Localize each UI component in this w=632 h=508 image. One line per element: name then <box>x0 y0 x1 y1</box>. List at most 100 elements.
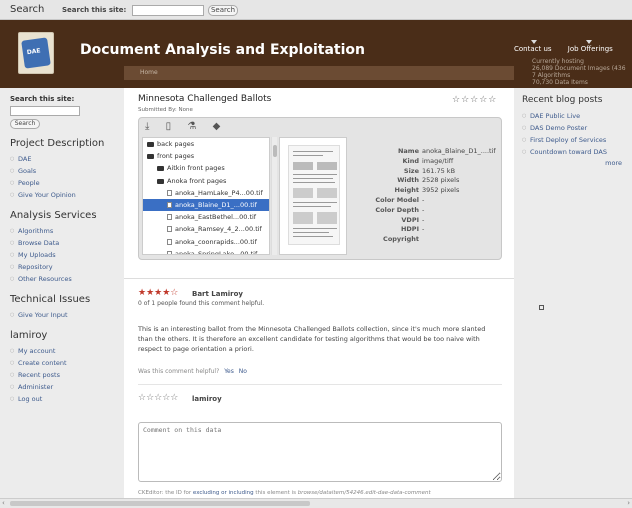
tree-file[interactable]: anoka_EastBethel...00.tif <box>143 211 269 223</box>
comment-rating-stars[interactable]: ☆☆☆☆☆ <box>138 393 178 403</box>
sidebar-item-my-uploads[interactable]: My Uploads <box>10 249 120 261</box>
sidebar-search-title: Search this site: <box>10 95 75 103</box>
tree-folder[interactable]: Anoka front pages <box>143 175 269 187</box>
sidebar-item-log-out[interactable]: Log out <box>10 393 120 405</box>
comment-rating-stars: ★★★★☆ <box>138 288 179 298</box>
comment-text: This is an interesting ballot from the M… <box>138 325 486 353</box>
blog-post-link[interactable]: DAS Demo Poster <box>522 122 630 134</box>
helpful-question-text: Was this comment helpful? <box>138 368 220 375</box>
scroll-left-icon[interactable]: ‹ <box>2 499 5 507</box>
folder-icon <box>157 166 164 172</box>
stats-line: Currently hosting <box>532 58 584 65</box>
helpful-yes-link[interactable]: Yes <box>224 368 234 375</box>
section-title: Project Description <box>10 138 105 149</box>
metadata-key: Name <box>397 147 419 155</box>
divider <box>124 278 514 279</box>
tree-folder[interactable]: Aitkin front pages <box>143 162 269 174</box>
sidebar-item-my-account[interactable]: My account <box>10 345 120 357</box>
sidebar-item-administer[interactable]: Administer <box>10 381 120 393</box>
tree-label: anoka_HamLake_P4...00.tif <box>175 188 263 197</box>
tree-scrollbar[interactable] <box>271 137 277 255</box>
site-logo[interactable]: DAE <box>18 32 54 74</box>
metadata-value: - <box>422 215 425 224</box>
helpful-no-link[interactable]: No <box>239 368 247 375</box>
comment-author[interactable]: lamiroy <box>192 395 222 403</box>
comment-author[interactable]: Bart Lamiroy <box>192 290 243 298</box>
file-icon <box>167 238 172 245</box>
ckeditor-prefix: CKEditor: the ID for <box>138 490 192 496</box>
download-icon[interactable]: ⤓ <box>145 121 149 132</box>
metadata-value: 161.75 kB <box>422 166 456 175</box>
sidebar-search-input[interactable] <box>10 106 80 116</box>
document-icon[interactable]: ▯ <box>166 121 172 132</box>
horizontal-scrollbar[interactable]: ‹ › <box>0 498 632 508</box>
square-icon <box>539 305 544 310</box>
comment-input[interactable] <box>138 422 502 482</box>
tree-label: back pages <box>157 140 195 148</box>
scrollbar-thumb[interactable] <box>10 501 310 506</box>
job-offerings-link[interactable]: Job Offerings <box>568 45 613 53</box>
blog-post-link[interactable]: Countdown toward DAS <box>522 146 630 158</box>
section-title: lamiroy <box>10 330 48 341</box>
contact-us-link[interactable]: Contact us <box>514 45 552 53</box>
flask-icon[interactable]: ⚗ <box>187 121 196 132</box>
metadata-value: anoka_Blaine_D1_....tif <box>422 147 496 155</box>
metadata-key: Kind <box>402 156 419 165</box>
ckeditor-link[interactable]: excluding or including <box>193 490 254 496</box>
sidebar-item-give-opinion[interactable]: Give Your Opinion <box>10 189 120 201</box>
sidebar-item-browse-data[interactable]: Browse Data <box>10 237 120 249</box>
sidebar-item-other-resources[interactable]: Other Resources <box>10 273 120 285</box>
tree-folder[interactable]: back pages <box>143 138 269 150</box>
sidebar-item-goals[interactable]: Goals <box>10 165 120 177</box>
left-sidebar: Search this site: Search Project Descrip… <box>10 95 120 405</box>
sidebar-item-give-input[interactable]: Give Your Input <box>10 309 120 321</box>
breadcrumb-home[interactable]: Home <box>140 69 158 76</box>
ckeditor-path: browse/dataitem/54246.edit-dae-data-comm… <box>297 490 431 496</box>
tag-icon[interactable]: ◆ <box>213 121 221 132</box>
chevron-down-icon <box>531 40 537 44</box>
top-search-title: Search <box>10 4 45 15</box>
recent-blog-posts-title: Recent blog posts <box>522 95 603 105</box>
metadata-row: Width 2528 pixels <box>351 176 501 186</box>
tree-label: Anoka front pages <box>167 176 227 185</box>
tree-folder[interactable]: front pages <box>143 150 269 162</box>
sidebar-item-algorithms[interactable]: Algorithms <box>10 225 120 237</box>
top-search-input[interactable] <box>132 5 204 16</box>
sidebar-item-recent-posts[interactable]: Recent posts <box>10 369 120 381</box>
scroll-right-icon[interactable]: › <box>627 499 630 507</box>
scrollbar-thumb[interactable] <box>273 145 277 157</box>
image-preview[interactable] <box>279 137 347 255</box>
divider <box>138 384 502 385</box>
metadata-value: - <box>422 205 425 214</box>
sidebar-item-create-content[interactable]: Create content <box>10 357 120 369</box>
tree-file[interactable]: anoka_HamLake_P4...00.tif <box>143 187 269 199</box>
top-search-button[interactable]: Search <box>208 5 238 16</box>
section-title: Technical Issues <box>10 294 91 305</box>
sidebar-item-dae[interactable]: DAE <box>10 153 120 165</box>
rating-stars[interactable]: ☆☆☆☆☆ <box>452 95 497 105</box>
metadata-row: Size 161.75 kB <box>351 167 501 177</box>
stats-line: 70,730 Data Items <box>532 79 588 86</box>
sidebar-item-repository[interactable]: Repository <box>10 261 120 273</box>
tree-file[interactable]: anoka_Blaine_D1_...00.tif <box>143 199 269 212</box>
more-link[interactable]: more <box>522 159 622 167</box>
file-icon <box>167 214 172 221</box>
sidebar-search-button[interactable]: Search <box>10 119 40 129</box>
top-links: Contact us Job Offerings <box>514 45 627 53</box>
page-title: Minnesota Challenged Ballots <box>138 94 272 104</box>
metadata-row: VDPI - <box>351 216 501 226</box>
site-name[interactable]: Document Analysis and Exploitation <box>80 42 365 58</box>
tree-file[interactable]: anoka_Ramsey_4_2...00.tif <box>143 223 269 235</box>
tree-file[interactable]: anoka_SpringLake...00.tif <box>143 248 269 254</box>
blog-post-link[interactable]: DAE Public Live <box>522 110 630 122</box>
viewer-toolbar: ⤓ ▯ ⚗ ◆ <box>145 121 234 135</box>
right-sidebar: Recent blog posts DAE Public Live DAS De… <box>522 95 630 167</box>
tree-file[interactable]: anoka_coonrapids...00.tif <box>143 236 269 248</box>
blog-post-link[interactable]: First Deploy of Services <box>522 134 630 146</box>
site-header: DAE Document Analysis and Exploitation C… <box>0 20 632 88</box>
sidebar-item-people[interactable]: People <box>10 177 120 189</box>
file-tree[interactable]: back pages front pages Aitkin front pages A… <box>142 137 270 255</box>
metadata-row: Name anoka_Blaine_D1_....tif <box>351 147 501 157</box>
file-icon <box>167 202 172 209</box>
top-search-label: Search this site: <box>62 6 127 14</box>
